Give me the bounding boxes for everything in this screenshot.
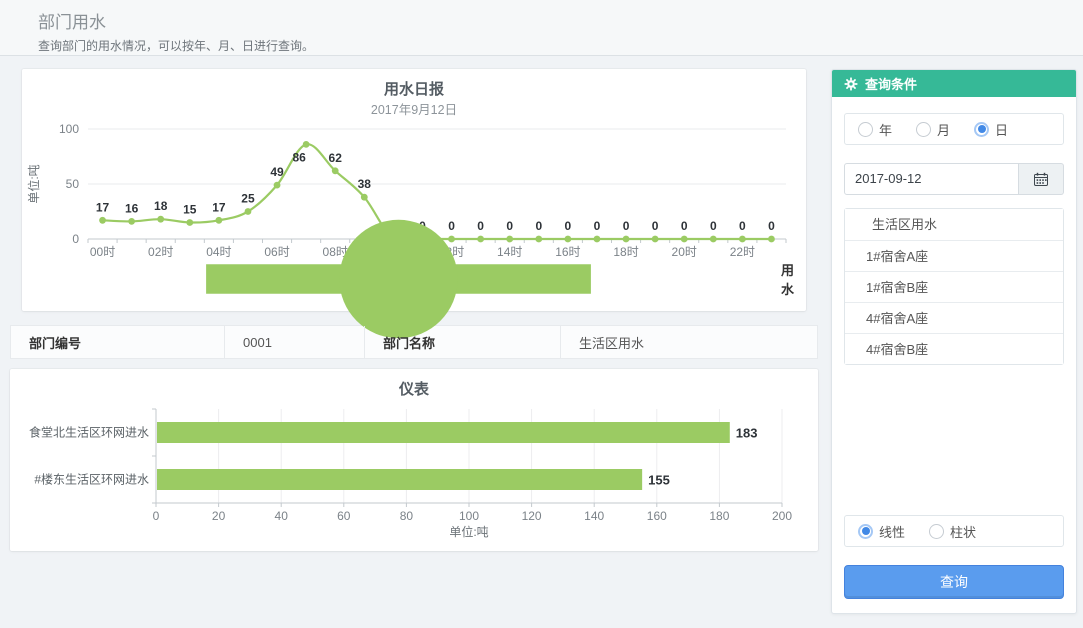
chart-style-radio-group: 线性 柱状 [844, 515, 1064, 547]
meter-chart-card: 仪表 0 20 40 60 80 100 120 140 160 180 200 183 食堂北生活区环… [10, 369, 818, 551]
content: 用水日报 2017年9月12日 050100单位:吨00时02时04时06时08… [0, 56, 1083, 627]
dept-code-value: 0001 [225, 326, 365, 358]
radio-label: 日 [995, 120, 1008, 139]
bar-value-label: 155 [648, 473, 670, 488]
x-tick-label: 20 [212, 509, 226, 523]
date-picker: 2017-09-12 [844, 163, 1064, 195]
value-label: 86 [292, 150, 306, 164]
bar-category-label: #楼东生活区环网进水 [34, 472, 149, 487]
main-column: 用水日报 2017年9月12日 050100单位:吨00时02时04时06时08… [10, 69, 831, 627]
x-tick-label: 100 [459, 509, 479, 523]
dept-name-label: 部门名称 [365, 326, 561, 358]
department-tree-item[interactable]: 4#宿舍A座 [845, 302, 1063, 333]
x-tick-label: 60 [337, 509, 351, 523]
legend-label: 用水 [781, 260, 806, 298]
radio-icon[interactable] [916, 122, 931, 137]
value-label: 25 [241, 192, 255, 206]
chart-style-option[interactable]: 线性 [858, 522, 905, 541]
data-point[interactable] [274, 182, 281, 189]
x-tick-label: 140 [584, 509, 604, 523]
data-point[interactable] [361, 194, 368, 201]
gear-icon [844, 77, 858, 91]
data-point[interactable] [332, 167, 339, 174]
y-tick-label: 50 [66, 177, 80, 191]
department-tree-item[interactable]: 1#宿舍A座 [845, 240, 1063, 271]
date-input[interactable]: 2017-09-12 [844, 163, 1019, 195]
x-tick-label: 80 [400, 509, 414, 523]
dept-code-label: 部门编号 [11, 326, 225, 358]
radio-label: 年 [879, 120, 892, 139]
calendar-button[interactable] [1019, 163, 1064, 195]
radio-label: 柱状 [950, 522, 976, 541]
radio-icon[interactable] [974, 122, 989, 137]
radio-label: 线性 [879, 522, 905, 541]
chart-style-option[interactable]: 柱状 [929, 522, 976, 541]
query-button[interactable]: 查询 [844, 565, 1064, 599]
y-tick-label: 100 [59, 122, 79, 136]
x-tick-label: 180 [709, 509, 729, 523]
query-panel-header: 查询条件 [832, 70, 1076, 97]
department-tree-item[interactable]: 生活区用水 [845, 209, 1063, 240]
page-subtitle: 查询部门的用水情况，可以按年、月、日进行查询。 [38, 37, 1083, 54]
period-option[interactable]: 年 [858, 120, 892, 139]
line-chart-subtitle: 2017年9月12日 [22, 101, 806, 119]
department-tree-item[interactable]: 4#宿舍B座 [845, 333, 1063, 364]
y-axis-title: 单位:吨 [26, 164, 41, 203]
bar-chart-title: 仪表 [10, 379, 818, 401]
x-tick-label: 120 [522, 509, 542, 523]
period-radio-group: 年月日 [844, 113, 1064, 145]
query-panel-body: 年 月 日 2017-09-12 [832, 97, 1076, 613]
x-tick-label: 40 [275, 509, 289, 523]
value-label: 62 [329, 151, 343, 165]
radio-icon[interactable] [858, 122, 873, 137]
query-panel: 查询条件 年 月 日 2017-09-12 [831, 69, 1077, 614]
dept-name-value: 生活区用水 [561, 326, 817, 358]
bar-category-label: 食堂北生活区环网进水 [29, 425, 149, 440]
page-header: 部门用水 查询部门的用水情况，可以按年、月、日进行查询。 [0, 0, 1083, 56]
bar[interactable] [157, 422, 730, 443]
calendar-icon [1033, 172, 1049, 187]
line-chart-title: 用水日报 [22, 79, 806, 101]
bar-value-label: 183 [736, 426, 758, 441]
x-tick-label: 200 [772, 509, 792, 523]
daily-usage-chart-card: 用水日报 2017年9月12日 050100单位:吨00时02时04时06时08… [22, 69, 806, 311]
radio-icon[interactable] [858, 524, 873, 539]
radio-icon[interactable] [929, 524, 944, 539]
legend-item-usage[interactable]: 用水 [22, 267, 806, 291]
department-tree-item[interactable]: 1#宿舍B座 [845, 271, 1063, 302]
value-label: 38 [358, 177, 372, 191]
period-option[interactable]: 月 [916, 120, 950, 139]
x-tick-label: 0 [153, 509, 160, 523]
page-title: 部门用水 [38, 8, 1083, 33]
x-tick-label: 160 [647, 509, 667, 523]
radio-label: 月 [937, 120, 950, 139]
bar[interactable] [157, 469, 642, 490]
x-axis-title: 单位:吨 [449, 524, 488, 539]
period-option[interactable]: 日 [974, 120, 1008, 139]
query-panel-title: 查询条件 [865, 74, 917, 93]
bar-chart[interactable]: 0 20 40 60 80 100 120 140 160 180 200 183 食堂北生活区环网进水… [10, 401, 818, 549]
department-tree: 生活区用水1#宿舍A座1#宿舍B座4#宿舍A座4#宿舍B座 [844, 208, 1064, 365]
data-point[interactable] [303, 141, 310, 148]
value-label: 49 [270, 165, 284, 179]
department-info-table: 部门编号 0001 部门名称 生活区用水 [10, 325, 818, 359]
